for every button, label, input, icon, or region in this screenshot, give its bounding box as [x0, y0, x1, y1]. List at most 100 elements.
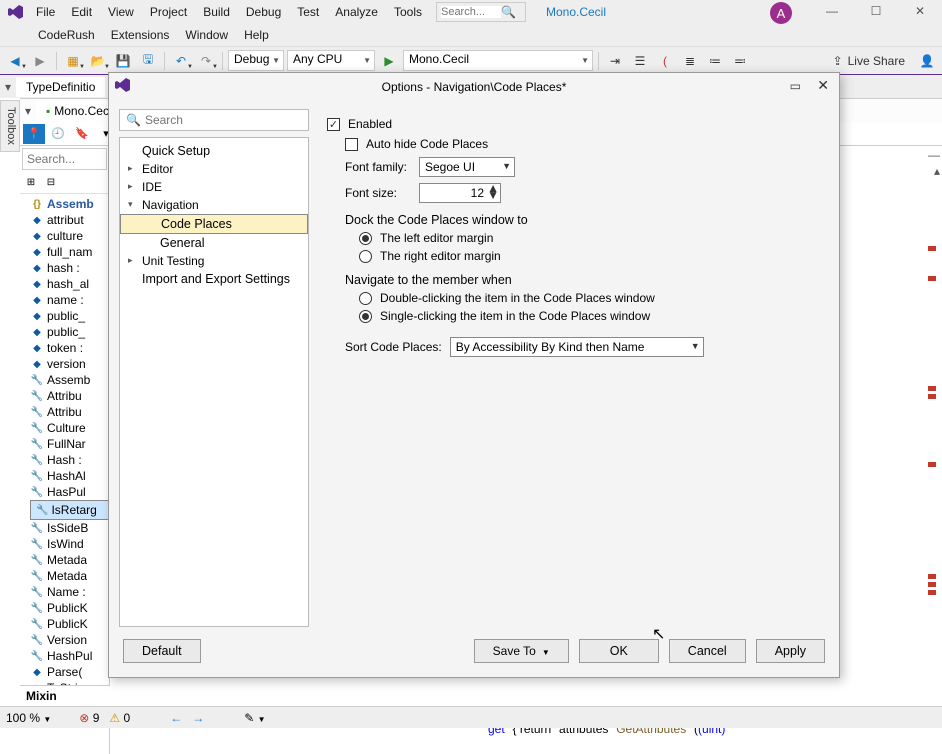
menu-file[interactable]: File [28, 2, 63, 22]
dialog-close-button[interactable]: ✕ [817, 77, 829, 94]
save-all-button[interactable]: 🖫 [137, 50, 159, 72]
error-count[interactable]: ⊗ 9 [79, 711, 99, 725]
dialog-search[interactable]: 🔍 [119, 109, 309, 131]
autohide-checkbox[interactable] [345, 138, 358, 151]
live-share-button[interactable]: ⇪ Live Share [825, 54, 913, 68]
tree-item[interactable]: ◆full_nam [30, 244, 109, 260]
tree-editor[interactable]: ▸Editor [120, 160, 308, 178]
menu-analyze[interactable]: Analyze [327, 2, 386, 22]
menu-test[interactable]: Test [289, 2, 327, 22]
dialog-search-input[interactable] [145, 113, 302, 127]
tree-item[interactable]: ◆name : [30, 292, 109, 308]
tree-root[interactable]: {} Assemb [30, 196, 109, 212]
start-button[interactable]: ▶ [378, 50, 400, 72]
tree-item[interactable]: ◆hash_al [30, 276, 109, 292]
tree-unit-testing[interactable]: ▸Unit Testing [120, 252, 308, 270]
new-project-button[interactable]: ▦▼ [62, 50, 84, 72]
nav-fwd-button[interactable]: ▶ [29, 50, 51, 72]
tree-navigation[interactable]: ▾Navigation [120, 196, 308, 214]
menu-view[interactable]: View [100, 2, 142, 22]
quick-search[interactable]: 🔍 [436, 2, 526, 22]
cancel-button[interactable]: Cancel [669, 639, 746, 663]
enabled-checkbox[interactable]: ✓ [327, 118, 340, 131]
menu-debug[interactable]: Debug [238, 2, 289, 22]
nav-back-button[interactable]: ◀▼ [4, 50, 26, 72]
quick-search-input[interactable] [441, 6, 501, 18]
collapse-icon[interactable]: ⊟ [42, 174, 60, 192]
user-avatar[interactable]: A [770, 2, 792, 24]
tree-item[interactable]: 🔧Assemb [30, 372, 109, 388]
tree-item[interactable]: 🔧Name : [30, 584, 109, 600]
zoom-level[interactable]: 100 % ▼ [6, 711, 51, 725]
dock-left-radio[interactable] [359, 232, 372, 245]
scroll-up-icon[interactable]: ▴ [934, 164, 940, 178]
undo-button[interactable]: ↶▼ [170, 50, 192, 72]
menu-tools[interactable]: Tools [386, 2, 430, 22]
split-icon[interactable]: — [928, 148, 940, 162]
startup-select[interactable]: Mono.Cecil▼ [403, 50, 593, 71]
pen-icon[interactable]: ✎ ▼ [244, 711, 265, 725]
feedback-icon[interactable]: 👤 [916, 50, 938, 72]
tree-general[interactable]: General [120, 234, 308, 252]
nav-single-radio[interactable] [359, 310, 372, 323]
tab-list-button-2[interactable]: ▾ [20, 104, 36, 118]
tree-ide[interactable]: ▸IDE [120, 178, 308, 196]
list-icon[interactable]: ≣ [679, 50, 701, 72]
sort-select[interactable]: By Accessibility By Kind then Name▼ [450, 337, 704, 357]
platform-select[interactable]: Any CPU▼ [287, 50, 375, 71]
tree-import-export[interactable]: Import and Export Settings [120, 270, 308, 288]
close-button[interactable]: ✕ [898, 0, 942, 22]
tree-code-places[interactable]: Code Places [120, 214, 308, 234]
step-over-icon[interactable]: ⇥ [604, 50, 626, 72]
open-button[interactable]: 📂▼ [87, 50, 109, 72]
history-icon[interactable]: 🕘 [47, 124, 69, 144]
menu-extensions[interactable]: Extensions [103, 26, 178, 44]
dock-right-radio[interactable] [359, 250, 372, 263]
redo-button[interactable]: ↷▼ [195, 50, 217, 72]
uncomment-icon[interactable]: ≕ [729, 50, 751, 72]
tree-item[interactable]: 🔧Version [30, 632, 109, 648]
menu-window[interactable]: Window [177, 26, 236, 44]
tab-list-button[interactable]: ▾ [0, 80, 16, 94]
config-select[interactable]: Debug▼ [228, 50, 284, 71]
save-button[interactable]: 💾 [112, 50, 134, 72]
tree-item[interactable]: 🔧FullNar [30, 436, 109, 452]
spin-down-icon[interactable]: ▼ [487, 192, 499, 199]
font-size-input[interactable]: 12▲▼ [419, 183, 501, 203]
save-to-button[interactable]: Save To▼ [474, 639, 569, 663]
apply-button[interactable]: Apply [756, 639, 825, 663]
nav-fwd-status[interactable]: → [192, 711, 204, 725]
tree-item[interactable]: 🔧Metada [30, 552, 109, 568]
mixin-tab[interactable]: Mixin [20, 685, 110, 706]
menu-project[interactable]: Project [142, 2, 195, 22]
tree-item[interactable]: 🔧HasPul [30, 484, 109, 500]
tree-item[interactable]: 🔧IsRetarg [30, 500, 109, 520]
tree-item[interactable]: ◆public_ [30, 308, 109, 324]
minimize-button[interactable]: — [810, 0, 854, 22]
menu-edit[interactable]: Edit [63, 2, 100, 22]
tree-item[interactable]: 🔧Attribu [30, 388, 109, 404]
tree-item[interactable]: 🔧Culture [30, 420, 109, 436]
bookmark-icon[interactable]: 🔖 [71, 124, 93, 144]
expand-icon[interactable]: ⊞ [22, 174, 40, 192]
menu-coderush[interactable]: CodeRush [30, 26, 103, 44]
tree-item[interactable]: 🔧Attribu [30, 404, 109, 420]
sidebar-search-input[interactable] [22, 148, 107, 170]
indent-icon[interactable]: ☰ [629, 50, 651, 72]
menu-build[interactable]: Build [195, 2, 238, 22]
tree-item[interactable]: 🔧HashAl [30, 468, 109, 484]
comment-icon[interactable]: ≔ [704, 50, 726, 72]
tree-item[interactable]: 🔧PublicK [30, 616, 109, 632]
menu-help[interactable]: Help [236, 26, 277, 44]
font-family-select[interactable]: Segoe UI▼ [419, 157, 515, 177]
tree-item[interactable]: ◆attribut [30, 212, 109, 228]
toolbox-tab[interactable]: Toolbox [0, 100, 20, 152]
warning-count[interactable]: ⚠ 0 [109, 711, 130, 725]
tree-item[interactable]: ◆public_ [30, 324, 109, 340]
default-button[interactable]: Default [123, 639, 201, 663]
dialog-maximize-button[interactable]: ▭ [790, 79, 801, 93]
outdent-icon[interactable]: ( [654, 50, 676, 72]
tree-item[interactable]: ◆version [30, 356, 109, 372]
tree-item[interactable]: ◆culture [30, 228, 109, 244]
tree-item[interactable]: 🔧HashPul [30, 648, 109, 664]
